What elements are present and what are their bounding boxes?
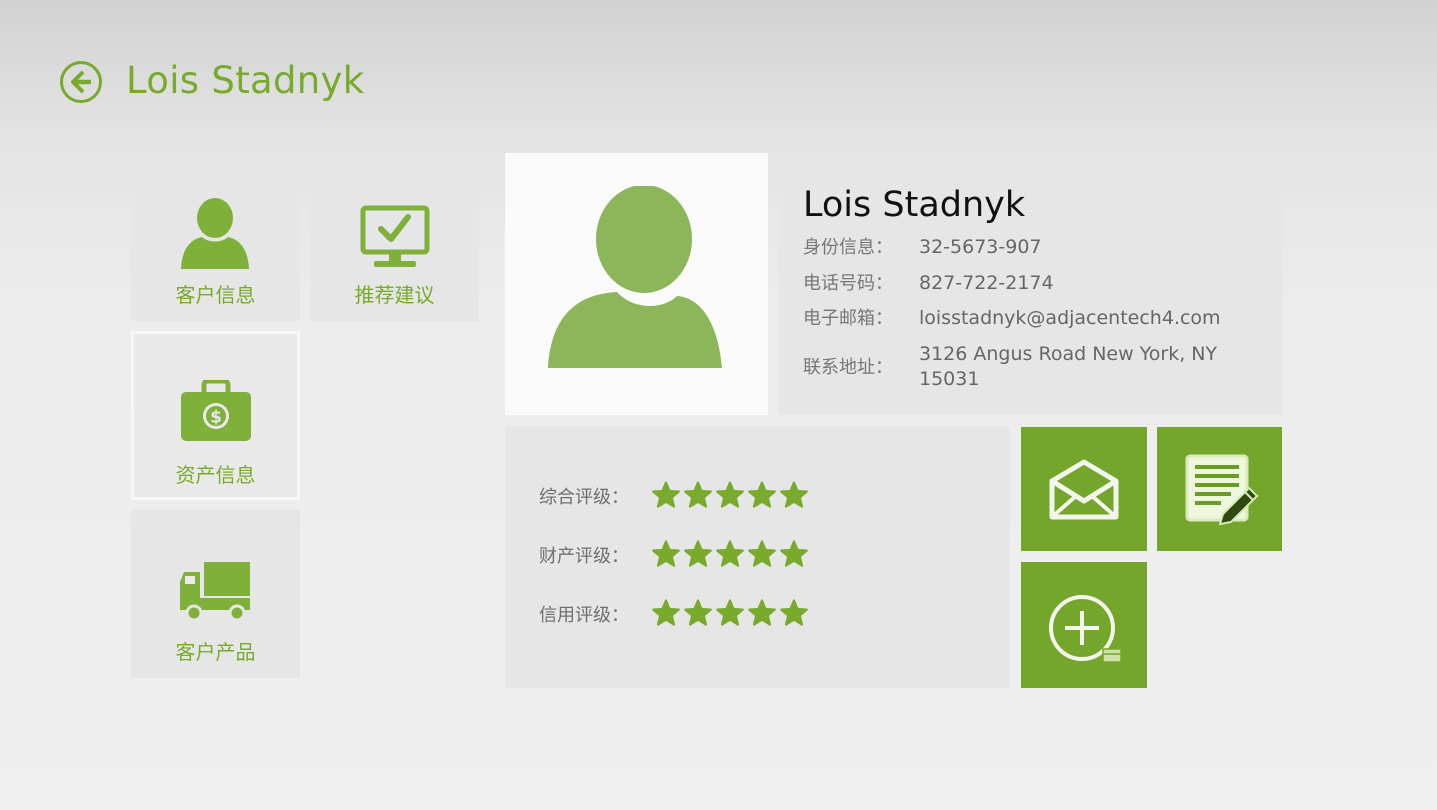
phone-value: 827-722-2174 xyxy=(919,272,1054,294)
rating-label-overall: 综合评级： xyxy=(539,487,629,508)
ratings-card: 综合评级： 财产评级： 信用评级： xyxy=(505,426,1010,688)
address-label: 联系地址： xyxy=(803,357,893,378)
tile-customer-info[interactable]: 客户信息 xyxy=(131,153,300,321)
notepad-pencil-icon xyxy=(1185,454,1259,526)
back-arrow-icon xyxy=(60,61,102,103)
plus-circle-icon xyxy=(1049,595,1122,663)
star-rating-overall xyxy=(652,481,808,508)
tile-label: 客户信息 xyxy=(175,283,256,307)
phone-label: 电话号码： xyxy=(803,273,893,294)
truck-icon xyxy=(180,562,250,622)
rating-label-credit: 信用评级： xyxy=(539,605,629,626)
tile-label: 资产信息 xyxy=(175,463,256,487)
rating-label-property: 财产评级： xyxy=(539,546,629,567)
avatar xyxy=(505,153,768,415)
svg-text:$: $ xyxy=(210,408,222,428)
address-value: 3126 Angus Road New York, NY 15031 xyxy=(919,343,1218,390)
email-button[interactable] xyxy=(1021,427,1147,551)
back-button[interactable] xyxy=(59,60,103,104)
envelope-icon xyxy=(1049,459,1119,520)
customer-name: Lois Stadnyk xyxy=(803,185,1026,225)
page-title: Lois Stadnyk xyxy=(126,59,365,102)
star-rating-credit xyxy=(652,599,808,626)
tile-label: 推荐建议 xyxy=(354,283,435,307)
email-value: loisstadnyk@adjacentech4.com xyxy=(919,307,1221,329)
customer-info-card: Lois Stadnyk 身份信息： 32-5673-907 电话号码： 827… xyxy=(779,153,1283,415)
id-label: 身份信息： xyxy=(803,237,893,258)
id-value: 32-5673-907 xyxy=(919,236,1042,258)
notes-button[interactable] xyxy=(1157,427,1282,551)
star-rating-property xyxy=(652,540,808,567)
tile-recommendations[interactable]: 推荐建议 xyxy=(310,153,479,321)
money-briefcase-icon: $ xyxy=(181,380,251,441)
tile-label: 客户产品 xyxy=(175,640,256,664)
tile-customer-products[interactable]: 客户产品 xyxy=(131,510,300,678)
email-label: 电子邮箱： xyxy=(803,308,893,329)
tile-asset-info[interactable]: $ 资产信息 xyxy=(131,331,300,500)
person-icon xyxy=(181,198,249,269)
add-button[interactable] xyxy=(1021,562,1147,688)
person-icon xyxy=(548,186,722,368)
monitor-check-icon xyxy=(360,205,430,267)
